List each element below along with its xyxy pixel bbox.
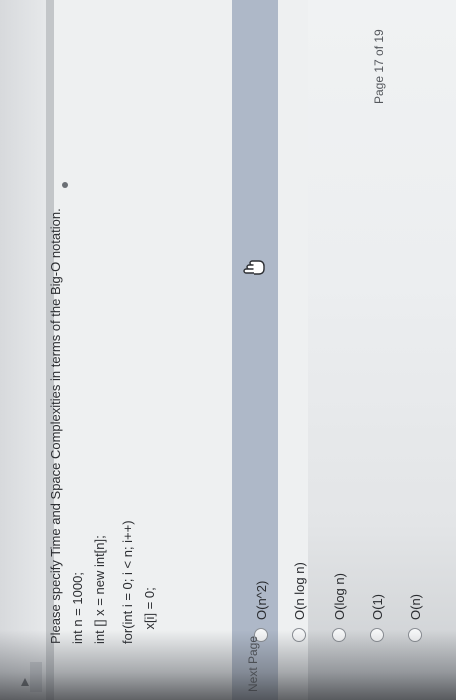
code-line: int [] x = new int[n]; <box>92 535 107 644</box>
answer-option[interactable]: O(n log n) <box>286 562 312 642</box>
triangle-arrow-icon[interactable] <box>18 676 30 688</box>
code-line: x[i] = 0; <box>142 587 157 644</box>
answer-option[interactable]: O(log n) <box>326 573 352 642</box>
top-toolbar-strip <box>0 0 48 700</box>
radio-button[interactable] <box>292 628 306 642</box>
option-label: O(1) <box>369 594 385 620</box>
option-label: O(n) <box>407 594 423 620</box>
answer-option[interactable]: O(n) <box>402 594 428 642</box>
page-indicator: Page 17 of 19 <box>372 29 386 104</box>
option-label: O(n^2) <box>253 580 269 620</box>
answer-option[interactable]: O(n^2) <box>248 581 274 642</box>
rotated-quiz-page: Please specify Time and Space Complexiti… <box>0 0 456 700</box>
radio-button[interactable] <box>408 628 422 642</box>
scroll-marker-icon <box>62 182 68 188</box>
code-line: int n = 1000; <box>70 572 85 644</box>
answer-option[interactable]: O(1) <box>364 594 390 642</box>
option-label: O(log n) <box>331 573 347 620</box>
next-page-button[interactable]: Next Page <box>246 636 260 692</box>
toolbar-cap <box>30 662 42 692</box>
question-prompt: Please specify Time and Space Complexiti… <box>48 208 63 644</box>
radio-button[interactable] <box>332 628 346 642</box>
option-label: O(n log n) <box>291 562 307 620</box>
radio-button[interactable] <box>370 628 384 642</box>
code-line: for(int i = 0; i < n; i++) <box>120 520 135 644</box>
hand-pointer-icon <box>242 256 266 280</box>
